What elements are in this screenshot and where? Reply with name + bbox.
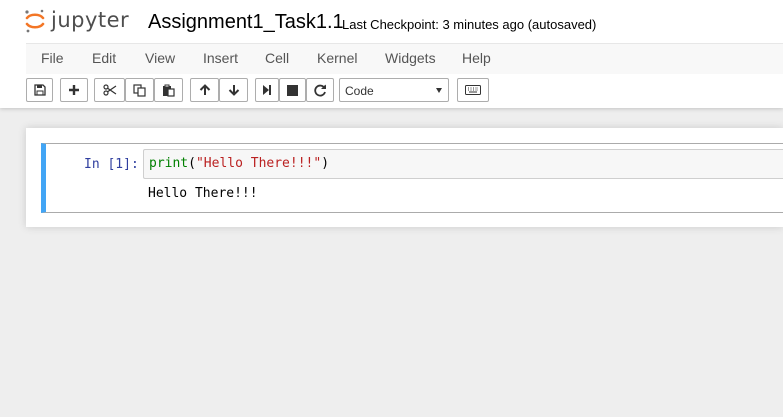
menu-file[interactable]: File [41, 50, 64, 66]
jupyter-logo-icon [25, 9, 45, 33]
arrow-up-icon [199, 84, 210, 95]
menu-insert[interactable]: Insert [203, 50, 238, 66]
code-string: "Hello There!!!" [195, 156, 322, 171]
menu-help[interactable]: Help [462, 50, 491, 66]
command-palette-button[interactable] [457, 78, 489, 102]
restart-icon [313, 84, 326, 96]
move-cell-up-button[interactable] [190, 78, 219, 102]
code-editor[interactable]: print("Hello There!!!") [143, 149, 783, 179]
code-function: print [149, 156, 189, 171]
menu-bar: File Edit View Insert Cell Kernel Widget… [26, 43, 783, 74]
cell-output: Hello There!!! [148, 186, 258, 201]
toolbar: Code [0, 76, 783, 106]
copy-icon [133, 83, 146, 97]
scissors-icon [102, 84, 116, 96]
code-cell[interactable]: In [1]: print("Hello There!!!") Hello Th… [41, 143, 783, 213]
notebook-container: In [1]: print("Hello There!!!") Hello Th… [26, 128, 783, 227]
jupyter-logo[interactable]: jupyter [24, 7, 129, 35]
header-top: jupyter Assignment1_Task1.1 Last Checkpo… [0, 0, 783, 43]
copy-button[interactable] [125, 78, 154, 102]
menu-edit[interactable]: Edit [92, 50, 116, 66]
save-icon [33, 84, 46, 96]
chevron-down-icon [436, 88, 442, 93]
step-forward-icon [263, 85, 271, 95]
cell-type-value: Code [345, 84, 374, 98]
paste-button[interactable] [154, 78, 183, 102]
code-close-paren: ) [321, 156, 330, 171]
cell-type-select[interactable]: Code [339, 78, 449, 102]
stop-icon [287, 84, 298, 96]
code-line: print("Hello There!!!") [149, 156, 329, 171]
menu-kernel[interactable]: Kernel [317, 50, 357, 66]
input-prompt: In [1]: [84, 157, 139, 172]
cut-button[interactable] [94, 78, 125, 102]
menu-view[interactable]: View [145, 50, 175, 66]
paste-icon [163, 84, 175, 97]
save-button[interactable] [26, 78, 53, 102]
plus-icon [69, 85, 79, 95]
restart-kernel-button[interactable] [306, 78, 334, 102]
arrow-down-icon [228, 85, 239, 96]
menu-widgets[interactable]: Widgets [385, 50, 436, 66]
insert-cell-button[interactable] [60, 78, 88, 102]
notebook-title[interactable]: Assignment1_Task1.1 [148, 11, 344, 34]
keyboard-icon [465, 85, 481, 95]
run-button[interactable] [255, 78, 279, 102]
interrupt-button[interactable] [279, 78, 306, 102]
menu-cell[interactable]: Cell [265, 50, 289, 66]
checkpoint-status: Last Checkpoint: 3 minutes ago (autosave… [342, 17, 597, 32]
logo-text: jupyter [51, 8, 130, 32]
move-cell-down-button[interactable] [219, 78, 248, 102]
code-open-paren: ( [188, 156, 196, 171]
header: jupyter Assignment1_Task1.1 Last Checkpo… [0, 0, 783, 108]
